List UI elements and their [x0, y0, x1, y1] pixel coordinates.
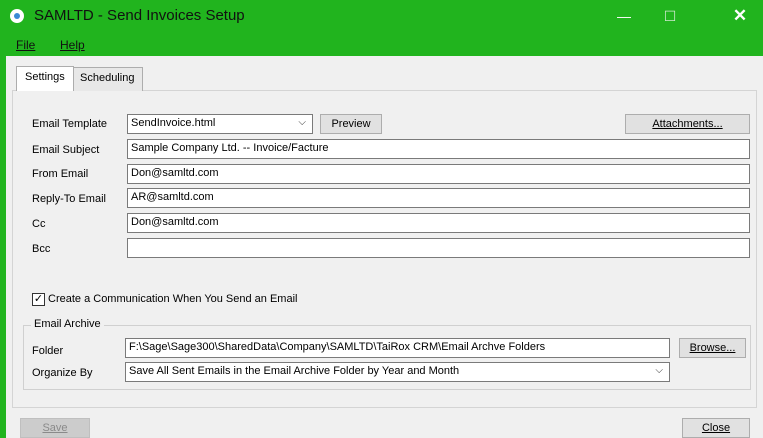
window-title: SAMLTD - Send Invoices Setup: [34, 7, 245, 24]
email-archive-legend: Email Archive: [31, 318, 104, 330]
menu-bar: [0, 33, 763, 56]
app-icon: [10, 9, 24, 23]
folder-field[interactable]: F:\Sage\Sage300\SharedData\Company\SAMLT…: [125, 338, 670, 358]
menu-file[interactable]: File: [16, 38, 35, 52]
email-template-label: Email Template: [32, 118, 107, 130]
create-communication-checkbox[interactable]: ✓: [32, 293, 45, 306]
chevron-down-icon: ⌵: [298, 117, 306, 128]
tab-settings[interactable]: Settings: [16, 66, 74, 91]
bcc-label: Bcc: [32, 243, 51, 255]
maximize-button[interactable]: ☐: [647, 5, 693, 27]
attachments-button[interactable]: Attachments...: [625, 114, 750, 134]
organize-by-select[interactable]: Save All Sent Emails in the Email Archiv…: [125, 362, 670, 382]
organize-by-value: Save All Sent Emails in the Email Archiv…: [129, 365, 460, 377]
reply-to-email-label: Reply-To Email: [32, 193, 106, 205]
close-window-button[interactable]: ✕: [717, 5, 763, 27]
save-button[interactable]: Save: [20, 418, 90, 438]
create-communication-label: Create a Communication When You Send an …: [48, 293, 298, 305]
email-template-value: SendInvoice.html: [131, 117, 216, 129]
email-template-select[interactable]: SendInvoice.html ⌵: [127, 114, 313, 134]
reply-to-email-field[interactable]: AR@samltd.com: [127, 188, 750, 208]
cc-label: Cc: [32, 218, 46, 230]
menu-help[interactable]: Help: [60, 38, 85, 52]
email-subject-field[interactable]: Sample Company Ltd. -- Invoice/Facture: [127, 139, 750, 159]
from-email-field[interactable]: Don@samltd.com: [127, 164, 750, 184]
tab-scheduling[interactable]: Scheduling: [71, 67, 144, 91]
minimize-button[interactable]: —: [601, 5, 647, 27]
browse-button[interactable]: Browse...: [679, 338, 746, 358]
cc-field[interactable]: Don@samltd.com: [127, 213, 750, 233]
preview-button[interactable]: Preview: [320, 114, 382, 134]
close-button[interactable]: Close: [682, 418, 750, 438]
folder-label: Folder: [32, 345, 64, 357]
from-email-label: From Email: [32, 168, 89, 180]
chevron-down-icon: ⌵: [655, 365, 663, 376]
email-subject-label: Email Subject: [32, 144, 100, 156]
window-left-edge: [0, 56, 6, 438]
bcc-field[interactable]: [127, 238, 750, 258]
organize-by-label: Organize By: [32, 367, 93, 379]
